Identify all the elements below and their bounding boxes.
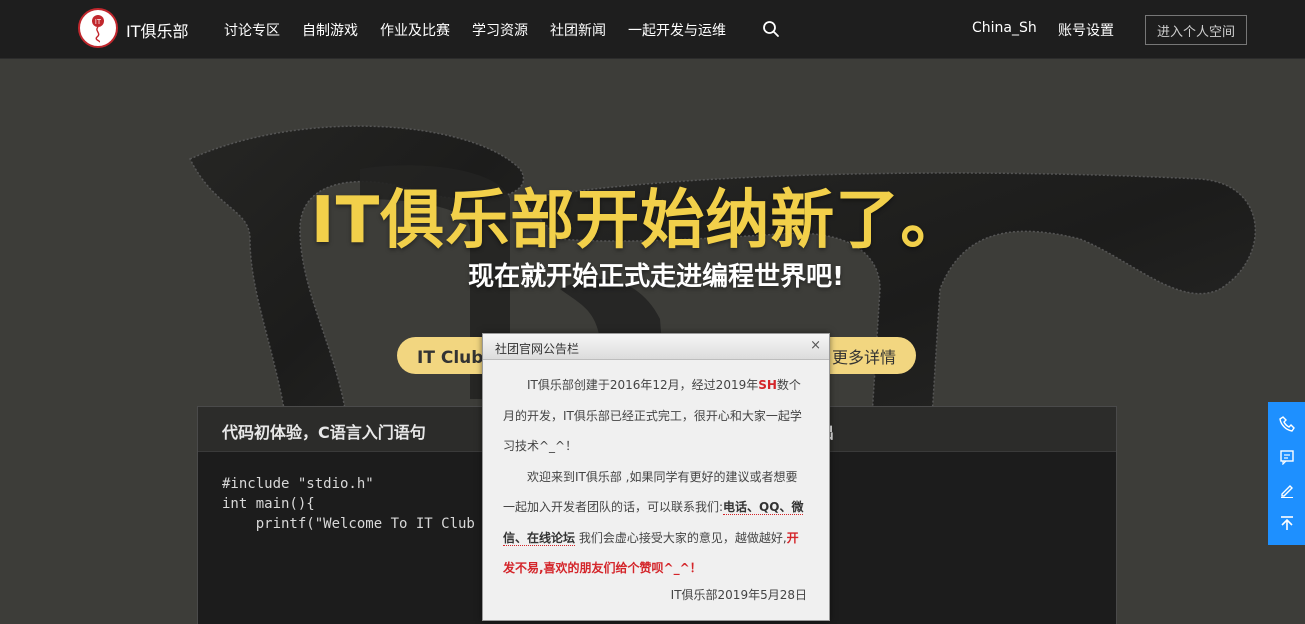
brand-name[interactable]: IT俱乐部 xyxy=(126,18,189,42)
top-navbar: IT IT俱乐部 讨论专区 自制游戏 作业及比赛 学习资源 社团新闻 一起开发与… xyxy=(0,0,1305,59)
edit-icon[interactable] xyxy=(1276,479,1298,501)
nav-item-resources[interactable]: 学习资源 xyxy=(472,20,528,40)
hero-subtitle: 现在就开始正式走进编程世界吧! xyxy=(468,262,844,292)
announcement-paragraph-2: 欢迎来到IT俱乐部 ,如果同学有更好的建议或者想要一起加入开发者团队的话，可以联… xyxy=(503,462,809,584)
svg-text:IT: IT xyxy=(95,19,102,26)
p1-text: IT俱乐部创建于2016年12月，经过2019年 xyxy=(527,378,759,392)
nav-item-news[interactable]: 社团新闻 xyxy=(550,20,606,40)
announcement-date: IT俱乐部2019年5月28日 xyxy=(670,587,807,602)
hero-title: IT俱乐部开始纳新了。 xyxy=(310,184,966,258)
announcement-paragraph-1: IT俱乐部创建于2016年12月，经过2019年SH数个月的开发，IT俱乐部已经… xyxy=(503,370,809,462)
close-icon[interactable]: × xyxy=(810,338,821,353)
nav-item-discussion[interactable]: 讨论专区 xyxy=(224,20,280,40)
message-icon[interactable] xyxy=(1276,446,1298,468)
dialog-header: 社团官网公告栏 × xyxy=(483,334,829,360)
logo-icon: IT xyxy=(92,15,104,43)
nav-item-games[interactable]: 自制游戏 xyxy=(302,20,358,40)
p2-text-cont: 我们会虚心接受大家的意见，越做越好, xyxy=(575,530,787,545)
club-logo[interactable]: IT xyxy=(78,8,118,48)
code-panel-title: 代码初体验，C语言入门语句 xyxy=(222,423,426,442)
announcement-dialog: 社团官网公告栏 × IT俱乐部创建于2016年12月，经过2019年SH数个月的… xyxy=(482,333,830,621)
account-settings-link[interactable]: 账号设置 xyxy=(1058,20,1114,40)
sh-highlight: SH xyxy=(758,378,777,392)
phone-icon[interactable] xyxy=(1276,413,1298,435)
personal-space-button[interactable]: 进入个人空间 xyxy=(1145,15,1247,45)
floating-side-toolbar xyxy=(1268,402,1305,545)
search-icon[interactable] xyxy=(762,20,782,40)
nav-item-homework[interactable]: 作业及比赛 xyxy=(380,20,450,40)
dialog-title: 社团官网公告栏 xyxy=(495,342,580,356)
username-link[interactable]: China_Sh xyxy=(972,20,1037,36)
main-menu: 讨论专区 自制游戏 作业及比赛 学习资源 社团新闻 一起开发与运维 xyxy=(224,20,726,40)
nav-item-devops[interactable]: 一起开发与运维 xyxy=(628,20,726,40)
back-to-top-icon[interactable] xyxy=(1276,512,1298,534)
dialog-body: IT俱乐部创建于2016年12月，经过2019年SH数个月的开发，IT俱乐部已经… xyxy=(483,360,829,584)
